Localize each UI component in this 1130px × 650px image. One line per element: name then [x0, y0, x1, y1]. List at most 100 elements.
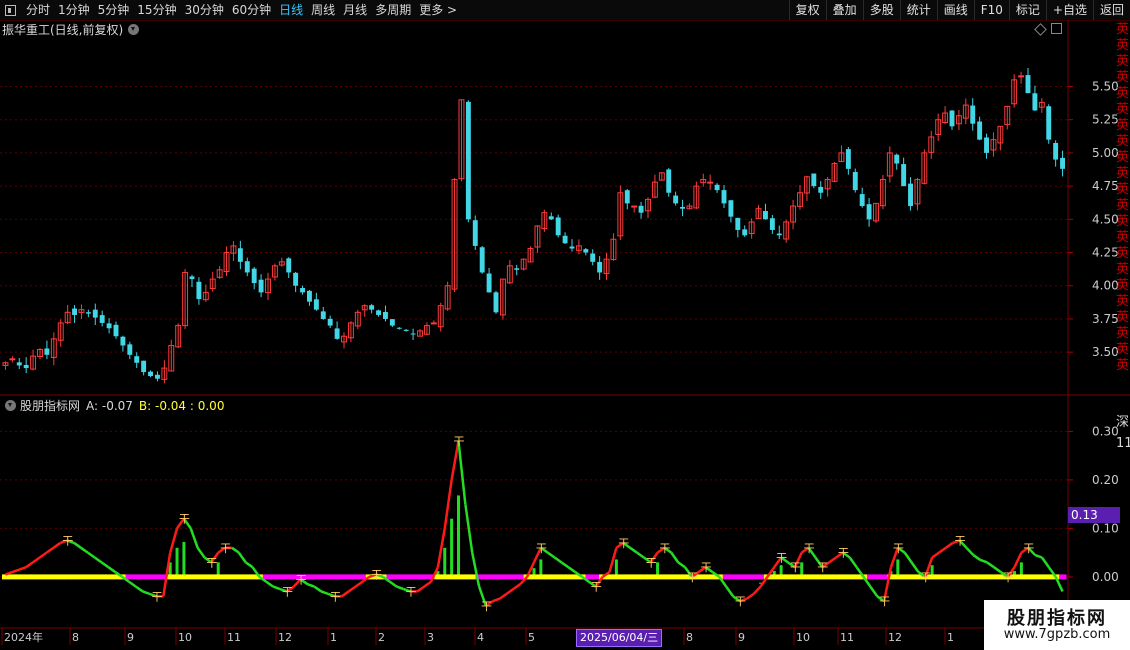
candle-body — [410, 333, 416, 335]
indicator-baseline — [880, 574, 889, 580]
indicator-baseline — [221, 574, 230, 580]
chart-canvas[interactable]: 5.505.255.004.754.504.254.003.753.50 干干干… — [0, 0, 1130, 650]
candle-body — [141, 360, 147, 373]
signal-marker: 干 — [405, 585, 416, 598]
candle-body — [430, 322, 437, 325]
indicator-baseline — [969, 574, 978, 580]
signal-marker: 干 — [591, 581, 602, 594]
indicator-baseline — [235, 574, 243, 580]
indicator-bar — [456, 495, 460, 577]
indicator-line — [396, 585, 404, 591]
candle-body — [300, 288, 305, 293]
indicator-baseline — [990, 574, 998, 580]
indicator-line — [725, 585, 735, 598]
indicator-baseline — [846, 574, 854, 580]
indicator-line — [341, 590, 350, 598]
watermark: 股朋指标网 www.7gpzb.com — [984, 600, 1130, 650]
indicator-baseline — [654, 574, 662, 580]
indicator-line — [848, 556, 858, 568]
candle-body — [901, 164, 907, 187]
indicator-line — [423, 580, 432, 588]
candle-body — [984, 137, 989, 153]
candle-body — [866, 204, 872, 220]
candle-body — [258, 279, 264, 293]
indicator-a-value: A: -0.07 — [86, 398, 133, 413]
indicator-baseline — [331, 574, 339, 580]
signal-marker: 干 — [1003, 571, 1014, 584]
indicator-baseline — [345, 574, 353, 580]
indicator-line — [931, 551, 940, 559]
indicator-bar — [450, 518, 454, 577]
indicator-line — [244, 561, 254, 569]
indicator-line — [470, 552, 481, 587]
indicator-line — [237, 551, 247, 564]
candle-body — [548, 216, 554, 220]
candle-body — [479, 247, 485, 273]
candle-body — [486, 273, 492, 293]
indicator-baseline — [173, 574, 181, 580]
indicator-baseline — [736, 574, 744, 580]
candle-body — [376, 310, 381, 315]
indicator-baseline — [509, 574, 518, 580]
indicator-baseline — [324, 574, 332, 580]
indicator-line — [505, 588, 515, 595]
candle-body — [320, 311, 326, 319]
time-tick-label: 8 — [686, 631, 693, 644]
indicator-baseline — [647, 574, 655, 580]
indicator-current-value: 0.13 — [1068, 507, 1120, 523]
indicator-baseline — [839, 574, 847, 580]
indicator-baseline — [15, 574, 24, 580]
candle-body — [307, 290, 312, 302]
indicator-baseline — [757, 574, 765, 580]
candle-body — [120, 336, 126, 346]
candle-body — [44, 348, 50, 355]
indicator-baseline — [1045, 574, 1053, 580]
candle-body — [85, 312, 91, 314]
chevron-down-icon[interactable] — [5, 400, 16, 411]
time-tick-label: 1 — [330, 631, 337, 644]
indicator-baseline — [338, 574, 346, 580]
candle-body — [811, 173, 817, 187]
indicator-line — [1034, 553, 1043, 559]
indicator-line — [347, 585, 357, 593]
indicator-line — [52, 541, 62, 549]
indicator-baseline — [441, 574, 449, 580]
indicator-line — [107, 566, 116, 574]
indicator-baseline — [750, 574, 758, 580]
candle-body — [631, 205, 638, 208]
candle-body — [859, 194, 865, 207]
indicator-baseline — [448, 574, 456, 580]
indicator-baseline — [784, 574, 792, 580]
indicator-line — [265, 580, 274, 588]
candle-body — [327, 318, 333, 326]
indicator-baseline — [29, 574, 37, 580]
indicator-baseline — [516, 574, 525, 580]
candle-body — [735, 217, 741, 230]
indicator-line — [1040, 556, 1050, 568]
signal-marker: 干 — [330, 590, 341, 603]
candle-body — [714, 184, 720, 191]
indicator-baseline — [187, 574, 195, 580]
indicator-baseline — [310, 574, 319, 580]
signal-marker: 干 — [659, 542, 670, 555]
indicator-line — [389, 580, 398, 588]
candle-body — [403, 329, 409, 331]
indicator-baseline — [722, 574, 731, 580]
indicator-line — [553, 556, 563, 564]
indicator-line — [135, 585, 144, 593]
indicator-line — [972, 554, 981, 561]
candle-body — [493, 292, 499, 313]
indicator-line — [457, 440, 467, 505]
candle-body — [113, 324, 119, 337]
indicator-baseline — [413, 574, 422, 580]
candle-body — [845, 149, 851, 169]
indicator-line — [498, 592, 508, 600]
price-axis: 5.50 5.25 5.00 4.75 4.50 4.25 4.00 3.75 3.50 — [1068, 79, 1119, 359]
indicator-baseline — [592, 574, 600, 580]
indicator-baseline — [1017, 574, 1026, 580]
watermark-url: www.7gpzb.com — [1003, 627, 1111, 642]
signal-marker: 干 — [687, 571, 698, 584]
indicator-baseline — [619, 574, 628, 580]
indicator-line — [93, 556, 103, 564]
indicator-line — [677, 561, 686, 569]
